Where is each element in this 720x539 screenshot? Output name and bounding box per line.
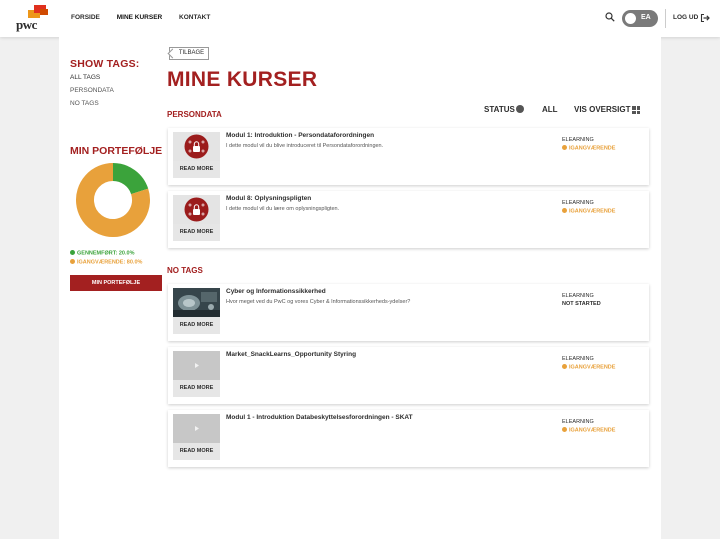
course-title[interactable]: Modul 1: Introduktion - Persondataforord… (226, 132, 374, 139)
page-title: MINE KURSER (167, 68, 318, 91)
back-label: TILBAGE (178, 50, 205, 56)
course-thumbnail-image (173, 288, 220, 317)
main-nav: FORSIDE MINE KURSER KONTAKT (71, 14, 225, 21)
course-thumbnail[interactable] (173, 132, 220, 161)
logo-text: pwc (16, 17, 37, 32)
grid-view-icon[interactable] (632, 106, 640, 114)
logout-icon[interactable] (700, 13, 710, 23)
course-status: IGANGVÆRENDE (562, 208, 615, 215)
pwc-logo[interactable]: pwc (14, 5, 50, 33)
play-icon (195, 426, 199, 431)
status-dot (562, 427, 567, 432)
course-status: IGANGVÆRENDE (562, 427, 615, 434)
course-thumbnail[interactable] (173, 288, 220, 317)
course-status: IGANGVÆRENDE (562, 364, 615, 371)
content-panel: SHOW TAGS: ALL TAGS PERSONDATA NO TAGS M… (59, 37, 661, 539)
course-thumbnail[interactable] (173, 414, 220, 443)
toggle-knob (625, 13, 636, 24)
read-more-button[interactable]: READ MORE (173, 443, 220, 460)
course-status-label: IGANGVÆRENDE (569, 208, 616, 215)
course-status-label: IGANGVÆRENDE (569, 364, 616, 371)
tag-persondata[interactable]: PERSONDATA (70, 87, 114, 94)
section-title: PERSONDATA (167, 110, 222, 119)
status-filter[interactable]: STATUS (484, 105, 515, 114)
legend-dot-completed (70, 250, 75, 255)
legend-completed-label: GENNEMFØRT: 20.0% (77, 250, 135, 257)
logo-bar (40, 9, 48, 15)
logout-link[interactable]: LOG UD (673, 14, 698, 21)
course-status-label: NOT STARTED (562, 301, 601, 307)
status-circle-icon[interactable] (516, 105, 524, 113)
portfolio-button[interactable]: MIN PORTEFØLJE (70, 275, 162, 291)
donut-slice-completed (112, 163, 149, 195)
show-tags-title: SHOW TAGS: (70, 58, 140, 70)
course-description: Hvor meget ved du PwC og vores Cyber & I… (226, 299, 411, 305)
course-status: IGANGVÆRENDE (562, 145, 615, 152)
legend-in-progress: IGANGVÆRENDE: 80.0% (70, 259, 142, 266)
overview-toggle[interactable]: VIS OVERSIGT (574, 105, 630, 114)
legend-completed: GENNEMFØRT: 20.0% (70, 250, 134, 257)
back-arrow-icon (167, 48, 178, 59)
course-type: ELEARNING (562, 293, 594, 299)
user-initials: EA (641, 14, 651, 21)
read-more-button[interactable]: READ MORE (173, 161, 220, 178)
tag-all[interactable]: ALL TAGS (70, 74, 100, 81)
portfolio-title: MIN PORTEFØLJE (70, 145, 163, 157)
nav-mine-kurser[interactable]: MINE KURSER (117, 14, 163, 21)
user-toggle[interactable]: EA (622, 10, 658, 27)
legend-dot-in-progress (70, 259, 75, 264)
course-description: I dette modul vil du lære om oplysningsp… (226, 206, 340, 212)
course-title[interactable]: Modul 8: Oplysningspligten (226, 195, 311, 202)
lock-icon (184, 134, 209, 159)
lock-icon (184, 197, 209, 222)
search-icon[interactable] (605, 12, 615, 22)
course-card[interactable]: READ MORE Market_SnackLearns_Opportunity… (168, 347, 649, 404)
read-more-button[interactable]: READ MORE (173, 317, 220, 334)
nav-kontakt[interactable]: KONTAKT (179, 14, 210, 21)
course-type: ELEARNING (562, 419, 594, 425)
course-type: ELEARNING (562, 137, 594, 143)
nav-forside[interactable]: FORSIDE (71, 14, 100, 21)
status-dot (562, 145, 567, 150)
course-card[interactable]: READ MORE Modul 1 - Introduktion Databes… (168, 410, 649, 467)
top-header: pwc FORSIDE MINE KURSER KONTAKT EA LOG U… (0, 0, 720, 37)
read-more-button[interactable]: READ MORE (173, 224, 220, 241)
course-card[interactable]: READ MORE Cyber og Informationssikkerhed… (168, 284, 649, 341)
back-button[interactable]: TILBAGE (167, 47, 209, 60)
course-type: ELEARNING (562, 356, 594, 362)
read-more-button[interactable]: READ MORE (173, 380, 220, 397)
header-divider (665, 9, 666, 28)
course-description: I dette modul vil du blive introduceret … (226, 143, 384, 149)
play-icon (195, 363, 199, 368)
course-type: ELEARNING (562, 200, 594, 206)
course-status-label: IGANGVÆRENDE (569, 427, 616, 434)
course-status: NOT STARTED (562, 301, 601, 307)
course-title[interactable]: Cyber og Informationssikkerhed (226, 288, 326, 295)
section-title: NO TAGS (167, 266, 203, 275)
legend-in-progress-label: IGANGVÆRENDE: 80.0% (77, 259, 143, 266)
course-status-label: IGANGVÆRENDE (569, 145, 616, 152)
course-card[interactable]: READ MORE Modul 1: Introduktion - Person… (168, 128, 649, 185)
status-dot (562, 364, 567, 369)
course-title[interactable]: Modul 1 - Introduktion Databeskyttelsesf… (226, 414, 413, 421)
course-thumbnail[interactable] (173, 195, 220, 224)
course-thumbnail[interactable] (173, 351, 220, 380)
all-filter[interactable]: ALL (542, 105, 558, 114)
portfolio-donut-chart (76, 163, 150, 237)
course-card[interactable]: READ MORE Modul 8: Oplysningspligten I d… (168, 191, 649, 248)
course-title[interactable]: Market_SnackLearns_Opportunity Styring (226, 351, 356, 358)
status-dot (562, 208, 567, 213)
tag-no-tags[interactable]: NO TAGS (70, 100, 99, 107)
